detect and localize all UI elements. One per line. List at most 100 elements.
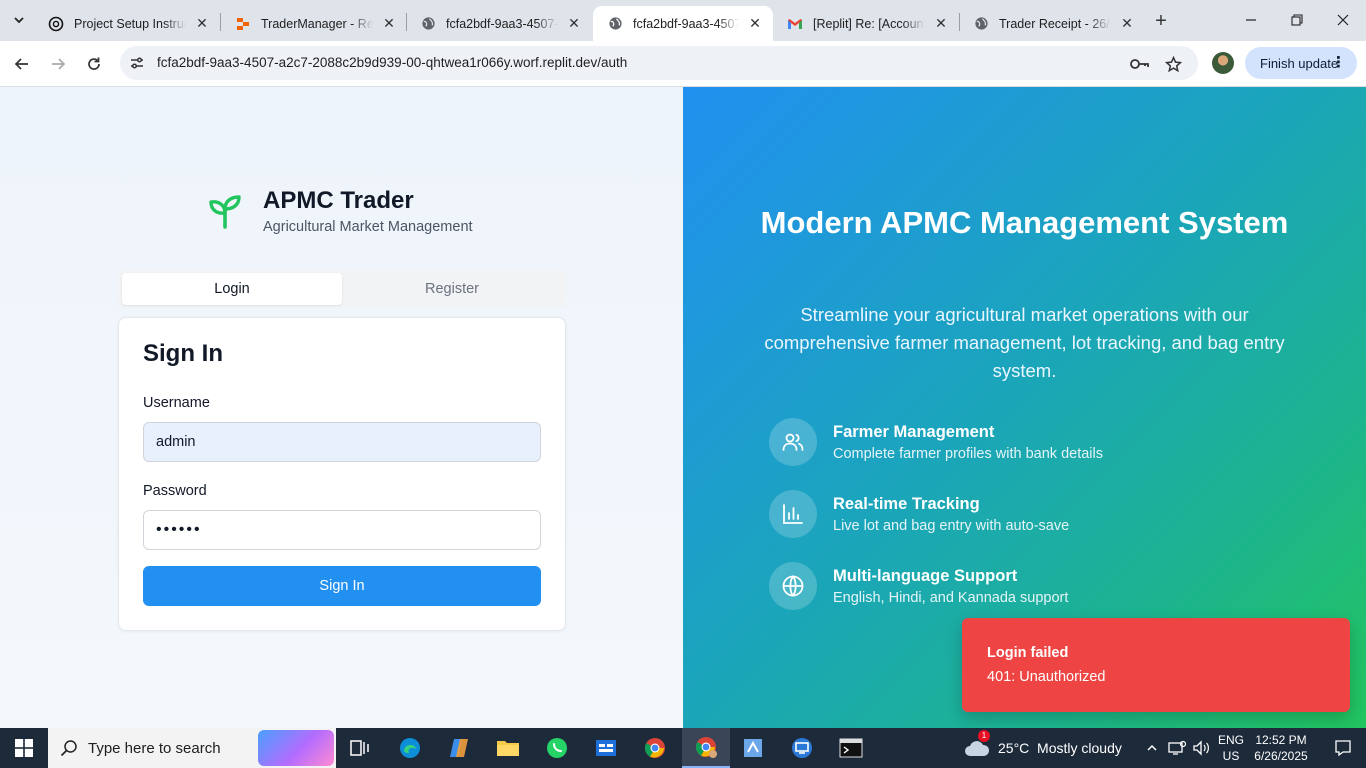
clock-time: 12:52 PM: [1255, 733, 1307, 747]
start-button[interactable]: [0, 728, 48, 768]
notification-icon: [1335, 740, 1351, 757]
search-placeholder: Type here to search: [88, 740, 221, 757]
tab-title: TraderManager - Replit: [261, 16, 373, 31]
windows-taskbar: Type here to search 1 25°C Mostly cloudy…: [0, 728, 1366, 768]
forward-button[interactable]: [44, 50, 72, 78]
notification-center-button[interactable]: [1320, 728, 1366, 768]
whatsapp-icon[interactable]: [533, 728, 581, 768]
openai-icon: [48, 16, 64, 32]
restore-icon: [1291, 14, 1303, 26]
browser-tab-trader-receipt[interactable]: Trader Receipt - 26/06 ✕: [959, 6, 1145, 41]
browser-toolbar: fcfa2bdf-9aa3-4507-a2c7-2088c2b9d939-00-…: [0, 41, 1366, 87]
chevron-up-icon[interactable]: [1142, 728, 1162, 768]
replit-icon: [235, 16, 251, 32]
browser-tab-gmail[interactable]: [Replit] Re: [Account/ ✕: [773, 6, 959, 41]
plus-icon: +: [1155, 9, 1167, 32]
close-icon[interactable]: ✕: [381, 15, 397, 32]
task-view-icon[interactable]: [336, 728, 384, 768]
tab-search-button[interactable]: [6, 8, 32, 32]
bar-chart-icon: [769, 490, 817, 538]
language-code: ENG: [1218, 733, 1245, 747]
browser-tab-project-setup[interactable]: Project Setup Instructions ✕: [34, 6, 220, 41]
password-key-icon[interactable]: [1130, 54, 1150, 74]
arrow-right-icon: [52, 58, 66, 70]
chrome-profile-icon[interactable]: [682, 728, 730, 768]
finish-update-button[interactable]: Finish update ⋮: [1245, 47, 1357, 79]
close-icon[interactable]: ✕: [747, 15, 763, 32]
url-text: fcfa2bdf-9aa3-4507-a2c7-2088c2b9d939-00-…: [157, 55, 628, 70]
feature-item-multi-language: Multi-language Support English, Hindi, a…: [769, 562, 1189, 612]
hero-description: Streamline your agricultural market oper…: [764, 304, 1285, 381]
globe-icon: [769, 562, 817, 610]
error-toast[interactable]: Login failed 401: Unauthorized: [962, 618, 1350, 712]
password-label: Password: [143, 483, 207, 499]
browser-tab-tradermanager[interactable]: TraderManager - Replit ✕: [221, 6, 407, 41]
feature-description: Live lot and bag entry with auto-save: [833, 518, 1070, 534]
chevron-down-icon: [14, 17, 24, 24]
toast-message: 401: Unauthorized: [987, 669, 1106, 685]
search-icon: [60, 740, 77, 757]
language-indicator[interactable]: ENG US: [1218, 732, 1244, 764]
system-clock[interactable]: 12:52 PM 6/26/2025: [1253, 732, 1309, 764]
document-app-icon[interactable]: [729, 728, 777, 768]
browser-tab-replit-dev-1[interactable]: fcfa2bdf-9aa3-4507-a2c7 ✕: [406, 6, 592, 41]
feature-description: English, Hindi, and Kannada support: [833, 590, 1069, 606]
browser-tab-replit-dev-active[interactable]: fcfa2bdf-9aa3-4507-a2c7 ✕: [593, 6, 773, 41]
signin-heading: Sign In: [143, 340, 223, 367]
terminal-icon[interactable]: [827, 728, 875, 768]
app-subtitle: Agricultural Market Management: [263, 219, 473, 235]
auth-form-pane: APMC Trader Agricultural Market Manageme…: [0, 87, 683, 728]
tab-login[interactable]: Login: [122, 273, 342, 305]
finish-update-label: Finish update: [1260, 55, 1339, 71]
weather-widget[interactable]: 1 25°C Mostly cloudy: [964, 728, 1122, 768]
weather-badge: 1: [978, 730, 990, 742]
close-icon[interactable]: ✕: [566, 15, 582, 32]
auth-tabs: Login Register: [118, 270, 566, 308]
site-info-icon[interactable]: [128, 54, 146, 72]
minimize-button[interactable]: [1228, 0, 1274, 40]
tab-title: fcfa2bdf-9aa3-4507-a2c7: [633, 16, 739, 31]
close-icon[interactable]: ✕: [1119, 15, 1135, 32]
minimize-icon: [1246, 19, 1256, 21]
feature-title: Multi-language Support: [833, 567, 1018, 585]
close-icon[interactable]: ✕: [194, 15, 210, 32]
app-title: APMC Trader: [263, 187, 414, 214]
network-icon[interactable]: [1166, 728, 1188, 768]
reload-button[interactable]: [80, 50, 108, 78]
globe-icon: [607, 16, 623, 32]
file-explorer-icon[interactable]: [484, 728, 532, 768]
profile-avatar[interactable]: [1212, 52, 1234, 74]
clock-date: 6/26/2025: [1254, 749, 1308, 763]
feature-item-realtime-tracking: Real-time Tracking Live lot and bag entr…: [769, 490, 1189, 540]
tab-title: Project Setup Instructions: [74, 16, 186, 31]
password-input[interactable]: [143, 510, 541, 550]
region-code: US: [1222, 749, 1240, 763]
close-icon[interactable]: ✕: [933, 15, 949, 32]
new-tab-button[interactable]: +: [1149, 9, 1173, 33]
browser-tabstrip: Project Setup Instructions ✕ TraderManag…: [0, 0, 1366, 41]
remote-desktop-icon[interactable]: [778, 728, 826, 768]
tab-register[interactable]: Register: [342, 273, 562, 305]
search-highlight-image[interactable]: [258, 730, 334, 766]
taskbar-search-box[interactable]: Type here to search: [48, 728, 336, 768]
feature-title: Farmer Management: [833, 423, 995, 441]
store-icon[interactable]: [582, 728, 630, 768]
edge-icon[interactable]: [386, 728, 434, 768]
feature-description: Complete farmer profiles with bank detai…: [833, 446, 1103, 462]
back-button[interactable]: [8, 50, 36, 78]
username-input[interactable]: [143, 422, 541, 462]
star-icon[interactable]: [1163, 54, 1183, 74]
address-bar[interactable]: fcfa2bdf-9aa3-4507-a2c7-2088c2b9d939-00-…: [120, 46, 1198, 80]
volume-icon[interactable]: [1190, 728, 1212, 768]
reload-icon: [88, 57, 100, 70]
signin-button[interactable]: Sign In: [143, 566, 541, 606]
restore-button[interactable]: [1274, 0, 1320, 40]
close-window-button[interactable]: [1320, 0, 1366, 40]
brand-header: APMC Trader Agricultural Market Manageme…: [205, 187, 505, 243]
chrome-icon[interactable]: [631, 728, 679, 768]
more-vertical-icon: ⋮: [1331, 54, 1346, 71]
tab-title: [Replit] Re: [Account/: [813, 16, 925, 31]
copilot-icon[interactable]: [435, 728, 483, 768]
gmail-icon: [787, 16, 803, 32]
sprout-icon: [209, 195, 241, 229]
